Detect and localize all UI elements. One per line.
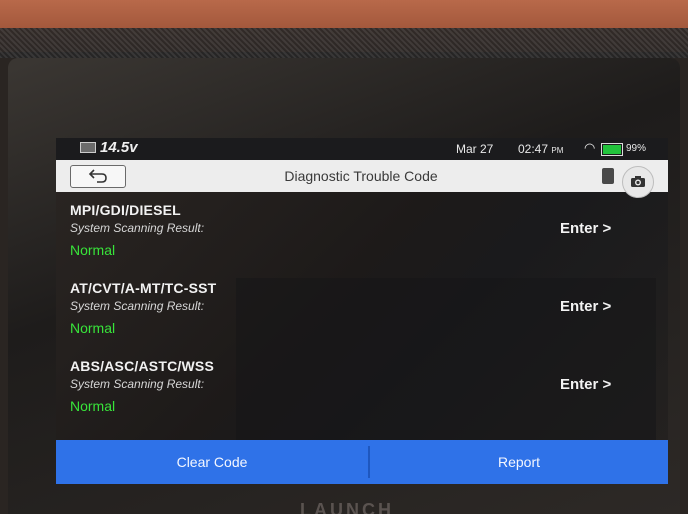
scan-result-label: System Scanning Result: — [70, 299, 205, 313]
system-row: AT/CVT/A-MT/TC-SST System Scanning Resul… — [56, 280, 668, 360]
status-bar: 14.5v Mar 27 02:47 PM ◠ 99% — [56, 138, 668, 160]
scan-result-value: Normal — [70, 320, 116, 336]
voltage-readout: 14.5v — [100, 139, 138, 156]
system-name: AT/CVT/A-MT/TC-SST — [70, 280, 217, 296]
system-name: MPI/GDI/DIESEL — [70, 202, 181, 218]
speaker-grille — [0, 28, 688, 58]
battery-icon — [601, 143, 623, 156]
screenshot-button[interactable] — [622, 166, 654, 198]
clear-code-button[interactable]: Clear Code — [56, 440, 368, 484]
enter-button[interactable]: Enter > — [560, 376, 611, 393]
page-title: Diagnostic Trouble Code — [284, 168, 438, 184]
wifi-icon: ◠ — [584, 140, 596, 155]
status-date: Mar 27 — [456, 142, 494, 156]
back-button[interactable] — [70, 165, 126, 188]
title-bar: Diagnostic Trouble Code — [56, 160, 668, 198]
scan-result-label: System Scanning Result: — [70, 377, 205, 391]
device-brand-logo: LAUNCH — [300, 500, 394, 514]
scan-result-value: Normal — [70, 398, 116, 414]
bottom-action-bar: Clear Code Report — [56, 440, 668, 484]
sd-card-icon[interactable] — [602, 168, 614, 184]
system-name: ABS/ASC/ASTC/WSS — [70, 358, 214, 374]
scan-result-label: System Scanning Result: — [70, 221, 205, 235]
enter-button[interactable]: Enter > — [560, 220, 611, 237]
scan-result-value: Normal — [70, 242, 116, 258]
device-screen: 14.5v Mar 27 02:47 PM ◠ 99% Diagnostic T… — [56, 138, 668, 484]
report-button[interactable]: Report — [370, 440, 668, 484]
camera-icon — [631, 176, 645, 187]
back-arrow-icon — [88, 169, 107, 183]
enter-button[interactable]: Enter > — [560, 298, 611, 315]
system-row: MPI/GDI/DIESEL System Scanning Result: N… — [56, 202, 668, 282]
battery-percent: 99% — [626, 143, 647, 154]
vehicle-battery-icon — [80, 142, 96, 153]
system-row: ABS/ASC/ASTC/WSS System Scanning Result:… — [56, 358, 668, 438]
status-time: 02:47 PM — [518, 142, 564, 156]
